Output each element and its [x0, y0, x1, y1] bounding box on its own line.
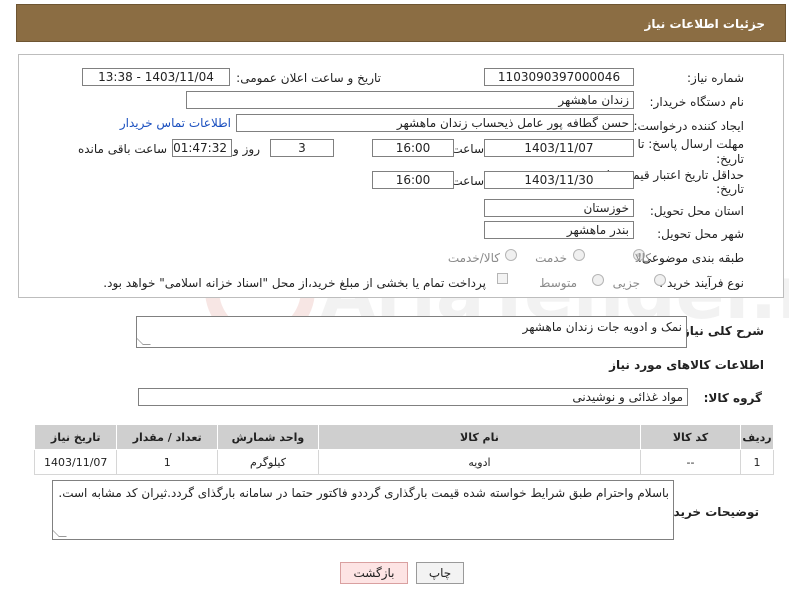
delivery-city-label: شهر محل تحویل: — [657, 227, 744, 241]
description-label: شرح کلی نیاز: — [678, 324, 764, 338]
need-number-field: 1103090397000046 — [484, 68, 634, 86]
print-button[interactable]: چاپ — [416, 562, 464, 584]
price-validity-time-field: 16:00 — [372, 171, 454, 189]
purchase-type-option-medium: متوسط — [539, 276, 577, 290]
remaining-time-field: 01:47:32 — [172, 139, 232, 157]
cell-item-code: -- — [639, 449, 742, 475]
buyer-notes-textarea[interactable]: باسلام واحترام طبق شرایط خواسته شده قیمت… — [52, 480, 674, 540]
delivery-city-field: بندر ماهشهر — [484, 221, 634, 239]
category-option-goods: کالا — [634, 251, 651, 265]
reply-deadline-time-field: 16:00 — [372, 139, 454, 157]
announce-datetime-field: 1403/11/04 - 13:38 — [82, 68, 230, 86]
price-validity-time-label: ساعت — [451, 174, 484, 188]
reply-deadline-label: مهلت ارسال پاسخ: تا — [637, 137, 744, 151]
reply-deadline-days-field: 3 — [270, 139, 334, 157]
price-validity-date-field: 1403/11/30 — [484, 171, 634, 189]
cell-need-date: 1403/11/07 — [33, 449, 118, 475]
price-validity-label-date: تاریخ: — [716, 182, 744, 196]
delivery-province-label: استان محل تحویل: — [649, 204, 744, 218]
remaining-time-label: ساعت باقی مانده — [77, 142, 167, 156]
requester-label: ایجاد کننده درخواست: — [633, 119, 744, 133]
goods-section-title: اطلاعات کالاهای مورد نیاز — [609, 358, 764, 372]
category-radio-service[interactable] — [573, 249, 585, 261]
goods-table-header: ردیف کد کالا نام کالا واحد شمارش تعداد /… — [33, 424, 774, 450]
requester-field: حسن گطافه پور عامل ذیحساب زندان ماهشهر — [236, 114, 634, 132]
col-quantity: تعداد / مقدار — [116, 424, 218, 450]
cell-item-name: ادویه — [317, 449, 641, 475]
purchase-type-radio-minor[interactable] — [654, 274, 666, 286]
category-option-goods-service: کالا/خدمت — [447, 251, 500, 265]
page-header: جزئیات اطلاعات نیاز — [16, 4, 786, 42]
category-option-service: خدمت — [535, 251, 567, 265]
treasury-payment-note: پرداخت تمام یا بخشی از مبلغ خرید،از محل … — [103, 276, 486, 290]
goods-group-label: گروه کالا: — [703, 391, 762, 405]
back-button[interactable]: بازگشت — [340, 562, 408, 584]
page-title: جزئیات اطلاعات نیاز — [644, 17, 765, 31]
col-item-code: کد کالا — [639, 424, 742, 450]
table-row: 1 -- ادویه کیلوگرم 1 1403/11/07 — [33, 449, 774, 475]
buyer-org-label: نام دستگاه خریدار: — [649, 95, 745, 109]
buyer-org-field: زندان ماهشهر — [186, 91, 634, 109]
col-row-number: ردیف — [740, 424, 774, 450]
cell-quantity: 1 — [116, 449, 218, 475]
delivery-province-field: خوزستان — [484, 199, 634, 217]
cell-row-number: 1 — [740, 449, 774, 475]
purchase-type-label: نوع فرآیند خرید : — [659, 276, 744, 290]
col-unit: واحد شمارش — [216, 424, 319, 450]
reply-deadline-date-field: 1403/11/07 — [484, 139, 634, 157]
buyer-contact-link[interactable]: اطلاعات تماس خریدار — [120, 116, 231, 130]
treasury-payment-checkbox[interactable] — [497, 273, 508, 284]
goods-table: ردیف کد کالا نام کالا واحد شمارش تعداد /… — [33, 424, 774, 475]
reply-deadline-time-label: ساعت — [451, 142, 484, 156]
cell-unit: کیلوگرم — [216, 449, 319, 475]
category-label: طبقه بندی موضوعی: — [637, 251, 744, 265]
reply-deadline-days-label: روز و — [233, 142, 260, 156]
category-radio-goods-service[interactable] — [505, 249, 517, 261]
col-item-name: نام کالا — [317, 424, 641, 450]
need-number-label: شماره نیاز: — [687, 71, 744, 85]
reply-deadline-label-date: تاریخ: — [716, 152, 744, 166]
purchase-type-radio-medium[interactable] — [592, 274, 604, 286]
purchase-type-option-minor: جزیی — [612, 276, 640, 290]
goods-group-field: مواد غذائی و نوشیدنی — [138, 388, 688, 406]
col-need-date: تاریخ نیاز — [33, 424, 118, 450]
description-textarea[interactable]: نمک و ادویه جات زندان ماهشهر — [136, 316, 687, 348]
announce-datetime-label: تاریخ و ساعت اعلان عمومی: — [236, 71, 381, 85]
